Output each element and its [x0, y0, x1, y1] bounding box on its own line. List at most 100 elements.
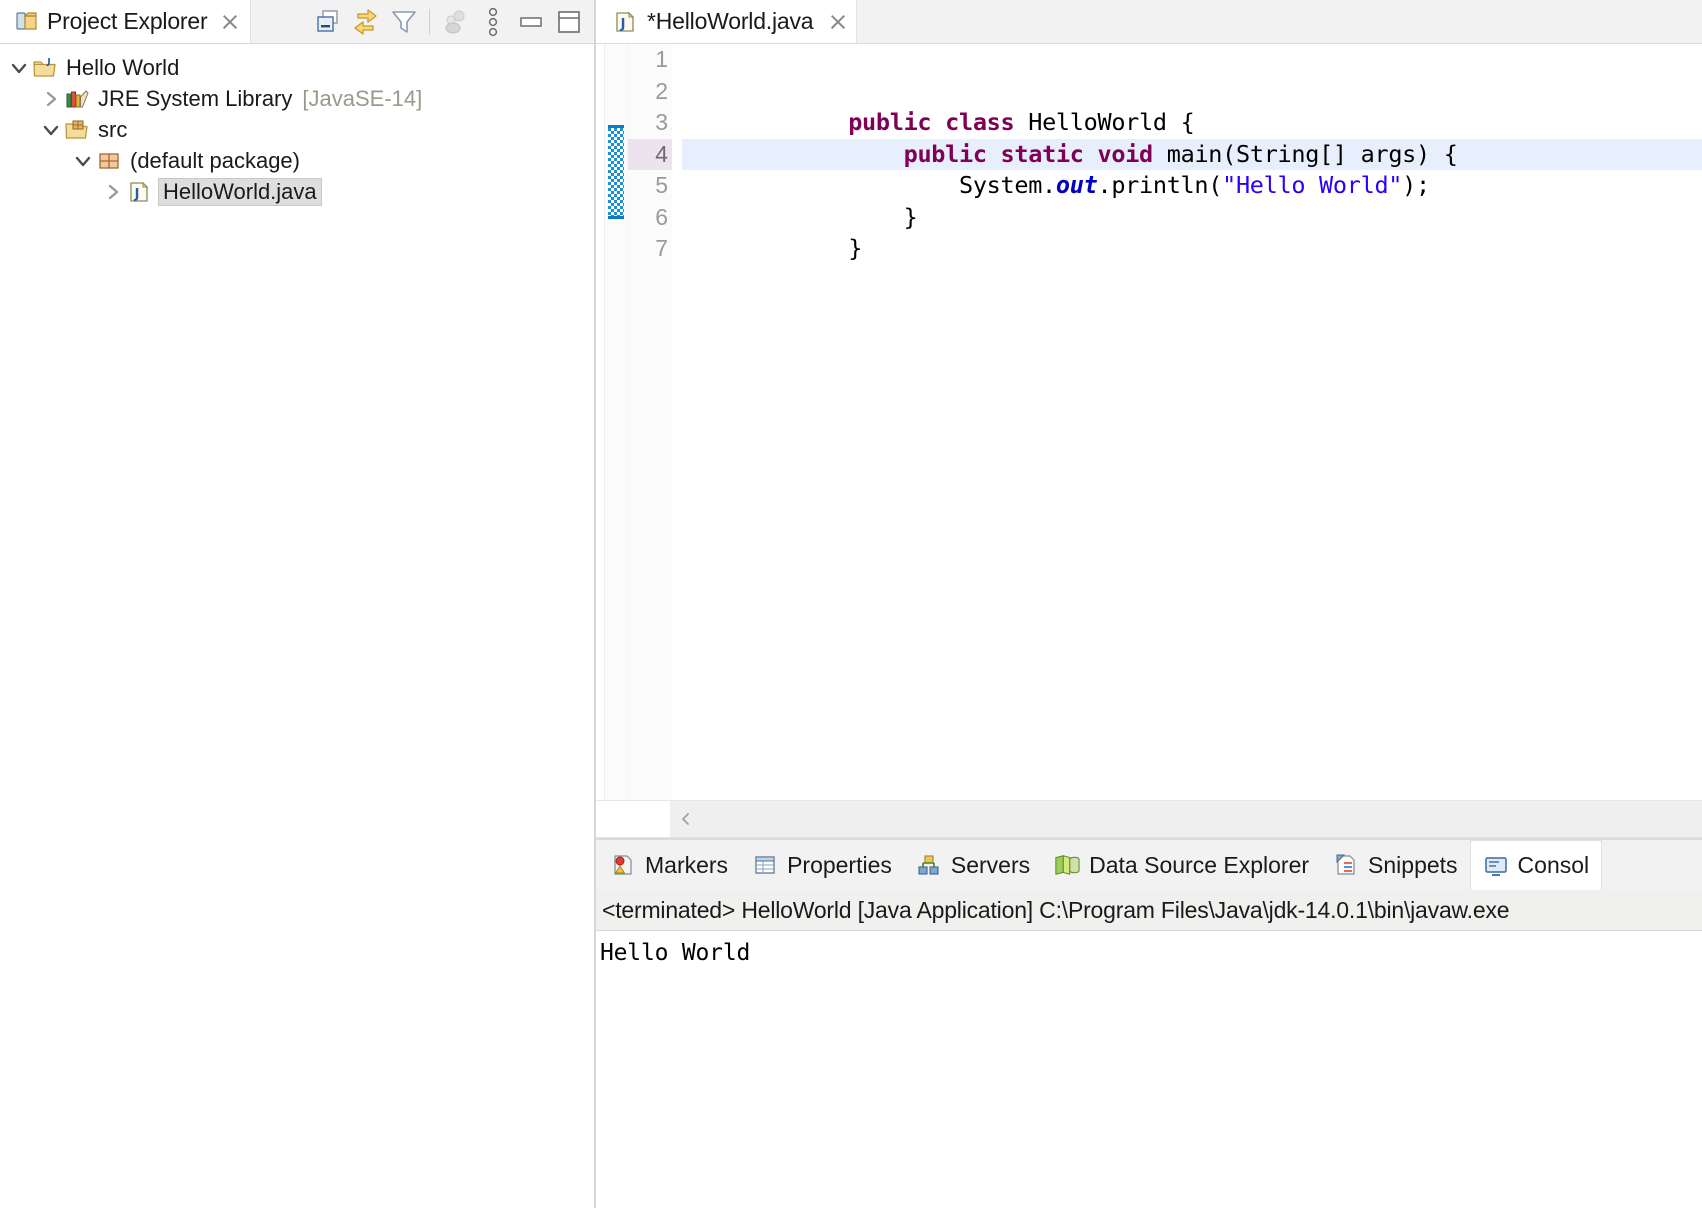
tab-snippets[interactable]: Snippets — [1321, 840, 1470, 890]
line-number: 3 — [628, 107, 688, 139]
editor-horizontal-scrollbar[interactable] — [596, 800, 1702, 837]
tab-helloworld-java[interactable]: J *HelloWorld.java — [596, 0, 858, 43]
editor-tabbar: J *HelloWorld.java — [596, 0, 1702, 44]
tree-item-jre-system-library[interactable]: JRE System Library [JavaSE-14] — [0, 83, 594, 114]
code-token: System. — [848, 171, 1056, 199]
scrollbar-left-margin — [596, 801, 671, 837]
console-output-line: Hello World — [600, 940, 751, 966]
tab-data-source-explorer[interactable]: Data Source Explorer — [1042, 840, 1321, 890]
console-process-label: <terminated> HelloWorld [Java Applicatio… — [602, 896, 1510, 923]
tab-properties[interactable]: Properties — [740, 840, 904, 890]
editor-tabbar-filler — [857, 0, 1702, 43]
tab-label: Properties — [787, 851, 892, 878]
servers-icon — [916, 852, 942, 878]
tab-servers[interactable]: Servers — [904, 840, 1042, 890]
svg-text:J: J — [134, 187, 140, 202]
code-token: } — [848, 202, 918, 231]
java-file-icon: J — [612, 9, 638, 35]
chevron-right-icon[interactable] — [100, 179, 126, 205]
tree-item-label: JRE System Library — [98, 85, 293, 111]
project-explorer-tabbar: Project Explorer — [0, 0, 594, 44]
code-token: class — [945, 108, 1015, 136]
chevron-right-icon[interactable] — [38, 86, 64, 112]
project-explorer-view: Project Explorer Hello World JRE System … — [0, 0, 596, 1208]
line-number-ruler: 1 2 3 4 5 6 7 — [628, 44, 688, 800]
annotation-ruler[interactable] — [596, 44, 605, 800]
console-output[interactable]: Hello World — [596, 931, 1702, 1208]
line-number: 4 — [628, 138, 672, 170]
jre-library-icon — [64, 86, 90, 112]
console-icon — [1483, 853, 1509, 879]
toolbar-separator — [429, 8, 430, 35]
line-number: 1 — [655, 46, 668, 72]
tab-label: Data Source Explorer — [1089, 851, 1310, 878]
filter-icon[interactable] — [385, 3, 423, 41]
code-token: public — [903, 139, 987, 168]
line-number: 6 — [655, 203, 668, 230]
close-icon[interactable] — [220, 12, 240, 32]
line-number: 5 — [655, 172, 668, 198]
code-token: "Hello World" — [1222, 171, 1403, 199]
tree-item-helloworld-java[interactable]: J HelloWorld.java — [0, 176, 594, 207]
tree-item-src[interactable]: src — [0, 114, 594, 145]
collapse-all-icon[interactable] — [309, 3, 347, 41]
tab-label: Servers — [950, 851, 1031, 878]
tab-label: Markers — [645, 851, 729, 878]
changed-lines-indicator — [608, 125, 624, 219]
code-token: HelloWorld { — [1014, 108, 1195, 136]
tree-item-label: Hello World — [66, 54, 180, 80]
tab-label: Consol — [1517, 852, 1590, 878]
data-source-explorer-icon — [1054, 852, 1080, 878]
editor-tab-title: *HelloWorld.java — [647, 8, 814, 34]
code-token: public — [848, 108, 932, 136]
console-process-header: <terminated> HelloWorld [Java Applicatio… — [596, 890, 1702, 931]
line-number: 7 — [655, 235, 668, 261]
view-menu-icon[interactable] — [474, 3, 512, 41]
java-project-icon — [32, 55, 58, 81]
chevron-down-icon[interactable] — [6, 55, 32, 81]
snippets-icon — [1333, 852, 1359, 878]
tree-item-sublabel: [JavaSE-14] — [302, 85, 423, 111]
maximize-icon[interactable] — [550, 3, 588, 41]
project-tree: Hello World JRE System Library [JavaSE-1… — [0, 44, 594, 1208]
source-folder-icon — [64, 117, 90, 143]
bottom-tabbar: Markers Properties Servers Data Source E… — [596, 840, 1702, 890]
tab-project-explorer[interactable]: Project Explorer — [0, 0, 252, 43]
code-token: .println( — [1097, 171, 1223, 199]
tab-console[interactable]: Consol — [1469, 840, 1603, 890]
project-explorer-title: Project Explorer — [47, 8, 208, 34]
tab-label: Snippets — [1368, 851, 1458, 878]
code-token: static — [1000, 139, 1084, 168]
scrollbar-track[interactable] — [701, 801, 1702, 837]
code-editor-body: 1 2 3 4 5 6 7 public class HelloWorld {… — [596, 44, 1702, 800]
code-token: ); — [1402, 171, 1430, 199]
focus-on-active-task-icon[interactable] — [436, 3, 474, 41]
minimize-icon[interactable] — [512, 3, 550, 41]
code-token: } — [848, 234, 863, 262]
close-icon[interactable] — [828, 12, 848, 32]
line-number-text: 3 — [655, 109, 668, 135]
tree-item-default-package[interactable]: (default package) — [0, 145, 594, 176]
chevron-down-icon[interactable] — [70, 148, 96, 174]
link-with-editor-icon[interactable] — [347, 3, 385, 41]
chevron-down-icon[interactable] — [38, 117, 64, 143]
code-token: main(String[] args) { — [1152, 139, 1458, 168]
editor-and-console-area: J *HelloWorld.java 1 2 3 4 5 6 7 public … — [596, 0, 1702, 1208]
chevron-left-icon[interactable] — [671, 801, 701, 837]
tree-item-label: HelloWorld.java — [158, 177, 322, 206]
code-line: public class HelloWorld { — [682, 76, 1702, 136]
tree-item-hello-world[interactable]: Hello World — [0, 52, 594, 83]
project-explorer-icon — [14, 9, 40, 35]
tree-item-label: src — [98, 116, 128, 142]
markers-icon — [610, 852, 636, 878]
properties-icon — [752, 852, 778, 878]
code-editor: 1 2 3 4 5 6 7 public class HelloWorld {… — [596, 44, 1702, 838]
code-text-area[interactable]: public class HelloWorld { public static … — [672, 44, 1702, 800]
line-number: 2 — [655, 77, 668, 104]
tab-markers[interactable]: Markers — [598, 840, 740, 890]
